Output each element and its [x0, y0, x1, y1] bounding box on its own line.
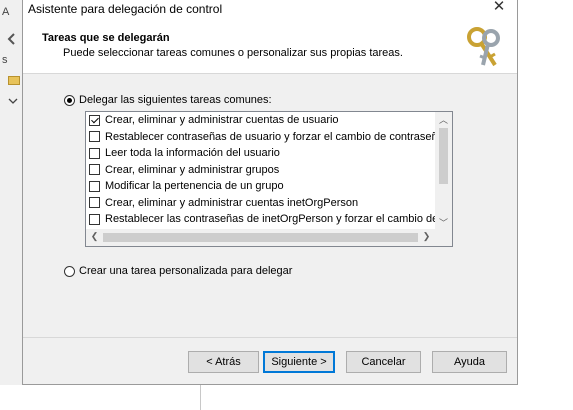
background-window-left: A s — [0, 0, 22, 410]
close-button[interactable]: ✕ — [485, 0, 513, 19]
list-item-label: Leer toda la información del usuario — [105, 147, 280, 160]
checkbox[interactable] — [89, 164, 100, 176]
vertical-scroll-thumb[interactable] — [439, 128, 448, 184]
tasks-listbox[interactable]: Crear, eliminar y administrar cuentas de… — [85, 111, 453, 247]
scroll-right-icon[interactable]: ❯ — [418, 231, 435, 242]
footer-separator — [23, 337, 517, 338]
scroll-up-icon[interactable]: ︿ — [435, 113, 452, 126]
list-item-label: Crear, eliminar y administrar cuentas de… — [105, 114, 339, 127]
vertical-scrollbar[interactable]: ︿ ﹀ — [435, 112, 452, 230]
title-bar: Asistente para delegación de control ✕ — [23, 0, 517, 23]
checkbox[interactable] — [89, 131, 100, 143]
radio-common-tasks-label: Delegar las siguientes tareas comunes: — [79, 94, 272, 106]
header-subtitle: Puede seleccionar tareas comunes o perso… — [63, 47, 403, 59]
list-item[interactable]: Crear, eliminar y administrar grupos — [86, 162, 436, 179]
help-button[interactable]: Ayuda — [432, 351, 507, 373]
scroll-left-icon[interactable]: ❮ — [86, 231, 103, 242]
list-item[interactable]: Leer toda la información del usuario — [86, 145, 436, 162]
radio-custom-task-label: Crear una tarea personalizada para deleg… — [79, 265, 293, 277]
checkbox-checked[interactable] — [89, 114, 100, 126]
radio-button[interactable] — [64, 265, 75, 277]
list-item[interactable]: Restablecer contraseñas de usuario y for… — [86, 129, 444, 146]
cancel-button[interactable]: Cancelar — [346, 351, 421, 373]
horizontal-scroll-thumb[interactable] — [103, 233, 418, 242]
tasks-list: Crear, eliminar y administrar cuentas de… — [86, 112, 452, 228]
horizontal-scrollbar[interactable]: ❮ ❯ — [86, 229, 435, 246]
list-item[interactable]: Crear, eliminar y administrar cuentas de… — [86, 112, 436, 129]
list-item-label: Crear, eliminar y administrar grupos — [105, 163, 280, 176]
checkbox[interactable] — [89, 197, 100, 209]
folder-icon — [8, 76, 20, 85]
back-button[interactable]: < Atrás — [188, 351, 259, 373]
header-title: Tareas que se delegarán — [42, 32, 170, 44]
scroll-down-icon[interactable]: ﹀ — [435, 216, 452, 229]
checkbox[interactable] — [89, 180, 100, 192]
background-text-a: A — [2, 6, 10, 18]
checkbox[interactable] — [89, 147, 100, 159]
checkbox[interactable] — [89, 213, 100, 225]
chevron-down-icon — [8, 98, 18, 104]
list-item[interactable]: Restablecer las contraseñas de inetOrgPe… — [86, 211, 452, 228]
list-item-label: Crear, eliminar y administrar cuentas in… — [105, 196, 359, 209]
radio-common-tasks[interactable]: Delegar las siguientes tareas comunes: — [64, 94, 272, 106]
list-item[interactable]: Modificar la pertenencia de un grupo — [86, 178, 436, 195]
dialog-title: Asistente para delegación de control — [28, 2, 223, 16]
scrollbar-corner — [435, 229, 452, 246]
next-button[interactable]: Siguiente > — [263, 351, 335, 373]
delegation-wizard-dialog: Asistente para delegación de control ✕ T… — [22, 0, 518, 385]
background-text-s: s — [2, 54, 8, 66]
list-item-label: Restablecer las contraseñas de inetOrgPe… — [105, 213, 452, 226]
back-arrow-icon — [7, 33, 15, 45]
list-item-label: Restablecer contraseñas de usuario y for… — [105, 130, 444, 143]
background-window-right — [518, 0, 573, 410]
radio-button-selected[interactable] — [64, 94, 75, 106]
background-window-bottom — [0, 385, 573, 410]
list-item[interactable]: Crear, eliminar y administrar cuentas in… — [86, 195, 436, 212]
wizard-header: Tareas que se delegarán Puede selecciona… — [23, 23, 517, 74]
list-item-label: Modificar la pertenencia de un grupo — [105, 180, 284, 193]
keys-icon — [467, 27, 500, 67]
background-divider — [200, 385, 201, 410]
radio-custom-task[interactable]: Crear una tarea personalizada para deleg… — [64, 265, 292, 277]
